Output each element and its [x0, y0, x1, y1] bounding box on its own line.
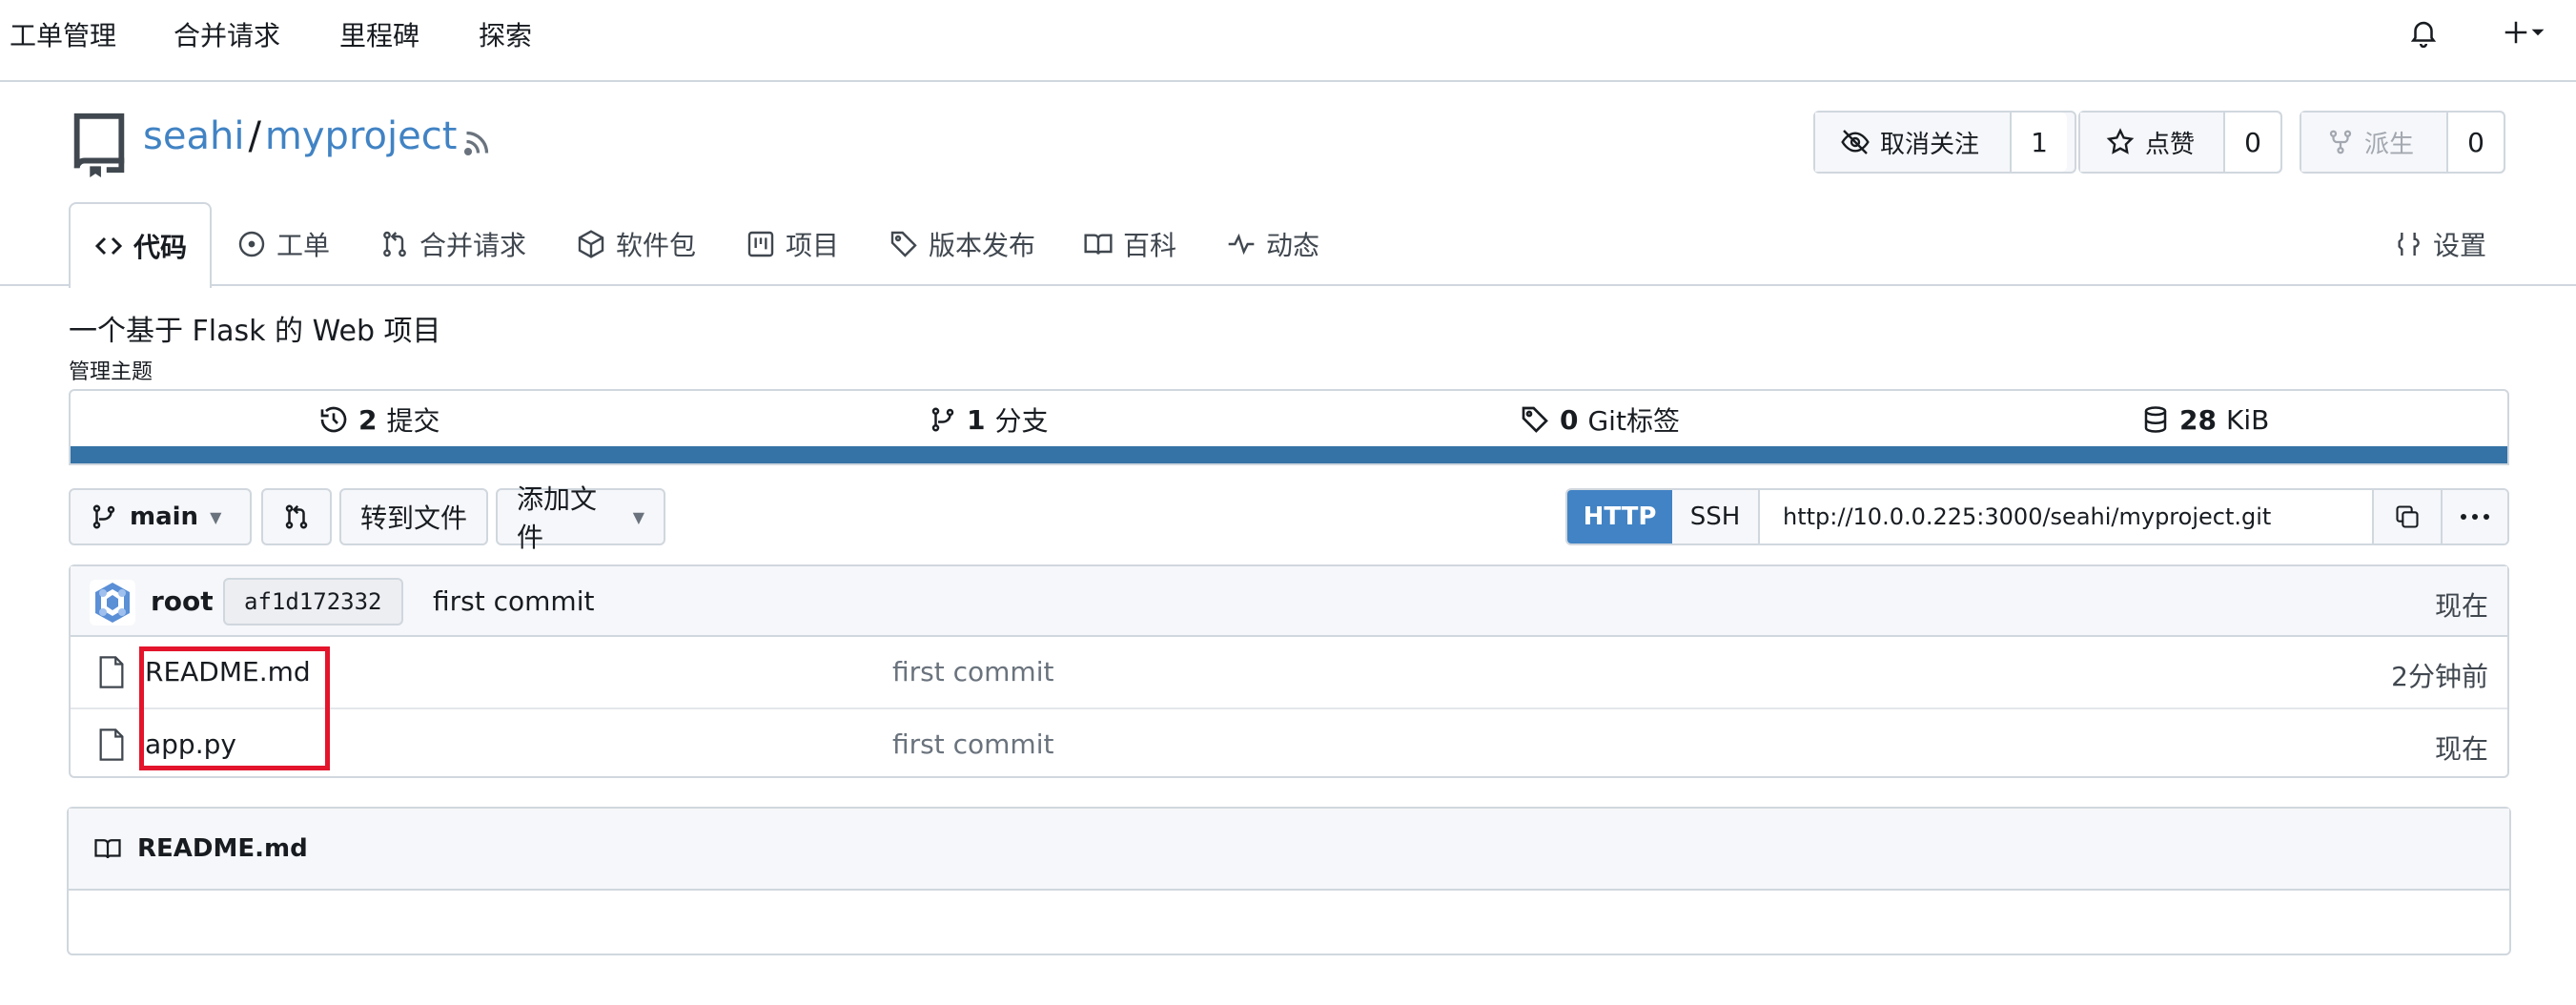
tag-icon [890, 231, 917, 257]
file-icon [99, 728, 124, 761]
fork-button[interactable]: 派生 [2301, 113, 2448, 172]
compare-button[interactable] [261, 488, 332, 545]
file-icon [99, 656, 124, 688]
latest-commit-bar: root af1d172332 first commit 现在 [71, 566, 2507, 637]
nav-pulls-link[interactable]: 合并请求 [164, 15, 290, 53]
repo-owner-link[interactable]: seahi [143, 114, 244, 158]
fork-button-group: 派生 0 [2300, 111, 2505, 174]
nav-milestones-link[interactable]: 里程碑 [330, 15, 429, 53]
commit-time: 现在 [2434, 590, 2488, 622]
plus-icon [2504, 21, 2527, 44]
copy-icon [2396, 505, 2419, 528]
pull-request-icon [285, 504, 308, 529]
branch-icon [931, 407, 954, 432]
branch-selector[interactable]: main ▼ [69, 488, 252, 545]
commit-message[interactable]: first commit [433, 585, 594, 617]
http-clone-button[interactable]: HTTP [1567, 490, 1672, 544]
eye-slash-icon [1841, 130, 1870, 154]
kebab-horizontal-icon [2461, 514, 2489, 520]
package-icon [578, 230, 604, 258]
repo-header: seahi / myproject 取消关注 1 点赞 0 派生 0 [69, 107, 2509, 183]
tools-icon [2398, 233, 2420, 256]
tab-pulls[interactable]: 合并请求 [379, 202, 526, 286]
commit-author[interactable]: root [151, 585, 214, 617]
star-button-group: 点赞 0 [2078, 111, 2282, 174]
repo-description: 一个基于 Flask 的 Web 项目 [69, 315, 441, 348]
branches-stat[interactable]: 1 分支 [929, 391, 1049, 448]
file-row: README.md first commit 2分钟前 [71, 637, 2507, 708]
annotation-highlight-box [139, 646, 330, 770]
tab-settings[interactable]: 设置 [2393, 202, 2486, 286]
clone-url-group: HTTP SSH http://10.0.0.225:3000/seahi/my… [1565, 488, 2509, 545]
unwatch-button[interactable]: 取消关注 [1815, 113, 2012, 172]
tags-stat[interactable]: 0 Git标签 [1520, 391, 1680, 448]
pulse-icon [1228, 233, 1255, 256]
file-time: 现在 [2434, 733, 2488, 765]
code-icon [94, 236, 123, 256]
file-commit-link[interactable]: first commit [892, 728, 1053, 760]
fork-count[interactable]: 0 [2448, 113, 2504, 172]
tab-activity[interactable]: 动态 [1226, 202, 1319, 286]
tab-packages[interactable]: 软件包 [576, 202, 696, 286]
manage-topics-link[interactable]: 管理主题 [69, 355, 153, 385]
repo-title: seahi / myproject [143, 114, 458, 158]
book-icon [1084, 234, 1113, 255]
repo-icon [73, 113, 125, 177]
repo-stats-bar: 2 提交 1 分支 0 Git标签 28 KiB [69, 389, 2509, 465]
tag-icon [1522, 406, 1548, 433]
more-options-button[interactable] [2441, 490, 2507, 544]
nav-issues-link[interactable]: 工单管理 [0, 15, 126, 53]
file-row: app.py first commit 现在 [71, 708, 2507, 778]
tab-code[interactable]: 代码 [69, 202, 212, 288]
caret-down-icon: ▼ [632, 507, 644, 526]
bell-icon[interactable] [2404, 13, 2443, 51]
create-new-menu[interactable] [2490, 13, 2557, 51]
pull-request-icon [383, 231, 406, 257]
fork-icon [2329, 130, 2352, 154]
book-icon [94, 839, 121, 859]
readme-title[interactable]: README.md [137, 834, 308, 863]
copy-url-button[interactable] [2374, 490, 2441, 544]
size-stat: 28 KiB [2141, 391, 2269, 448]
readme-panel: README.md [67, 807, 2511, 955]
project-icon [747, 231, 774, 257]
repo-name-link[interactable]: myproject [265, 114, 457, 158]
file-commit-link[interactable]: first commit [892, 656, 1053, 687]
database-icon [2144, 406, 2167, 433]
clone-url-input[interactable]: http://10.0.0.225:3000/seahi/myproject.g… [1760, 490, 2374, 544]
tab-releases[interactable]: 版本发布 [889, 202, 1035, 286]
avatar[interactable] [90, 580, 135, 626]
top-navbar: 工单管理 合并请求 里程碑 探索 [0, 0, 2576, 82]
tab-wiki[interactable]: 百科 [1083, 202, 1176, 286]
star-icon [2106, 128, 2135, 154]
issue-icon [238, 231, 265, 257]
nav-explore-link[interactable]: 探索 [469, 15, 542, 53]
watch-count[interactable]: 1 [2012, 113, 2067, 172]
ssh-clone-button[interactable]: SSH [1672, 490, 1760, 544]
commit-sha-button[interactable]: af1d172332 [223, 578, 403, 626]
commits-stat[interactable]: 2 提交 [318, 391, 440, 448]
file-list: root af1d172332 first commit 现在 README.m… [69, 564, 2509, 778]
file-time: 2分钟前 [2391, 661, 2488, 692]
caret-down-icon: ▼ [210, 507, 222, 526]
language-stats-bar[interactable] [71, 446, 2507, 463]
caret-down-icon [2531, 29, 2545, 36]
history-icon [320, 406, 347, 433]
goto-file-button[interactable]: 转到文件 [339, 488, 488, 545]
branch-icon [92, 504, 115, 529]
repo-tabs: 代码 工单 合并请求 软件包 项目 版本发布 百科 动态 设置 [0, 202, 2576, 288]
rss-icon[interactable] [460, 126, 494, 160]
add-file-button[interactable]: 添加文件 ▼ [496, 483, 665, 553]
readme-header: README.md [69, 809, 2509, 891]
star-count[interactable]: 0 [2225, 113, 2280, 172]
star-button[interactable]: 点赞 [2080, 113, 2225, 172]
tab-projects[interactable]: 项目 [746, 202, 839, 286]
watch-button-group: 取消关注 1 [1813, 111, 2076, 174]
tab-issues[interactable]: 工单 [236, 202, 330, 286]
